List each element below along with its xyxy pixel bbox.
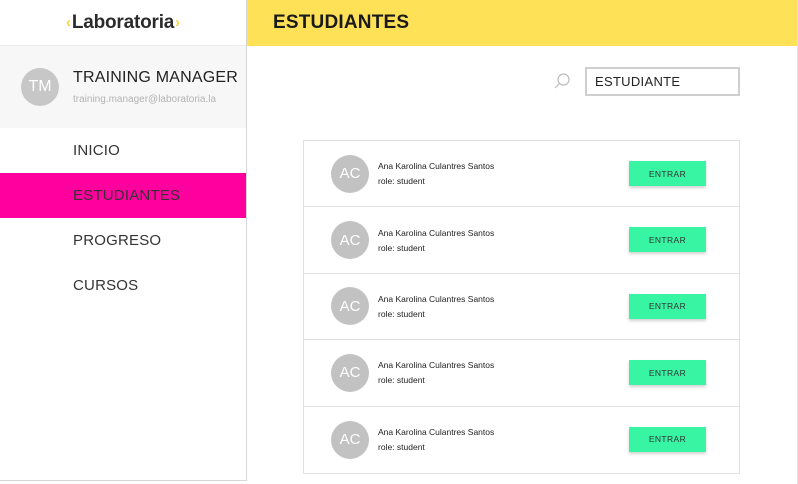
student-avatar: AC: [331, 221, 369, 260]
profile-name: TRAINING MANAGER: [73, 69, 238, 86]
student-role: role: student: [378, 176, 425, 187]
enter-button[interactable]: ENTRAR: [629, 360, 706, 386]
search-input[interactable]: [585, 67, 740, 96]
student-avatar: AC: [331, 287, 369, 326]
profile-text: TRAINING MANAGER training.manager@labora…: [73, 69, 238, 105]
student-info: Ana Karolina Culantres Santos role: stud…: [378, 228, 494, 253]
sidebar-item-estudiantes[interactable]: ESTUDIANTES: [0, 173, 246, 218]
sidebar-item-inicio[interactable]: INICIO: [0, 128, 246, 173]
profile-email: training.manager@laboratoria.la: [73, 94, 217, 105]
student-row: AC Ana Karolina Culantres Santos role: s…: [304, 407, 739, 473]
student-name: Ana Karolina Culantres Santos: [378, 227, 495, 238]
student-name: Ana Karolina Culantres Santos: [378, 293, 495, 304]
student-info: Ana Karolina Culantres Santos role: stud…: [378, 427, 494, 452]
logo-bracket-left: ‹: [66, 14, 71, 31]
student-avatar: AC: [331, 154, 369, 193]
student-info: Ana Karolina Culantres Santos role: stud…: [378, 294, 494, 319]
student-avatar: AC: [331, 353, 369, 392]
sidebar-item-progreso[interactable]: PROGRESO: [0, 218, 246, 263]
user-profile: TM TRAINING MANAGER training.manager@lab…: [0, 46, 246, 128]
sidebar: ‹ Laboratoria › TM TRAINING MANAGER trai…: [0, 0, 247, 481]
sidebar-nav: INICIO ESTUDIANTES PROGRESO CURSOS: [0, 128, 246, 308]
student-role: role: student: [378, 242, 425, 253]
student-name: Ana Karolina Culantres Santos: [378, 427, 495, 438]
student-role: role: student: [378, 375, 425, 386]
page-title: ESTUDIANTES: [273, 12, 410, 33]
logo-text: Laboratoria: [71, 11, 175, 33]
logo-bracket-right: ›: [175, 14, 180, 31]
enter-button[interactable]: ENTRAR: [629, 293, 706, 319]
logo[interactable]: ‹ Laboratoria ›: [0, 0, 246, 46]
avatar: TM: [21, 68, 59, 106]
student-row: AC Ana Karolina Culantres Santos role: s…: [304, 207, 739, 274]
student-list: AC Ana Karolina Culantres Santos role: s…: [303, 140, 740, 474]
student-name: Ana Karolina Culantres Santos: [378, 360, 495, 371]
student-info: Ana Karolina Culantres Santos role: stud…: [378, 360, 494, 385]
student-row: AC Ana Karolina Culantres Santos role: s…: [304, 340, 739, 407]
sidebar-item-cursos[interactable]: CURSOS: [0, 263, 246, 308]
student-name: Ana Karolina Culantres Santos: [378, 161, 495, 172]
student-avatar: AC: [331, 420, 369, 459]
search-icon[interactable]: [553, 72, 571, 90]
student-info: Ana Karolina Culantres Santos role: stud…: [378, 161, 494, 186]
enter-button[interactable]: ENTRAR: [629, 227, 706, 253]
student-role: role: student: [378, 442, 425, 453]
student-role: role: student: [378, 308, 425, 319]
enter-button[interactable]: ENTRAR: [629, 161, 706, 186]
page-header: ESTUDIANTES: [247, 0, 797, 46]
student-row: AC Ana Karolina Culantres Santos role: s…: [304, 141, 739, 208]
student-row: AC Ana Karolina Culantres Santos role: s…: [304, 274, 739, 341]
enter-button[interactable]: ENTRAR: [629, 426, 706, 452]
